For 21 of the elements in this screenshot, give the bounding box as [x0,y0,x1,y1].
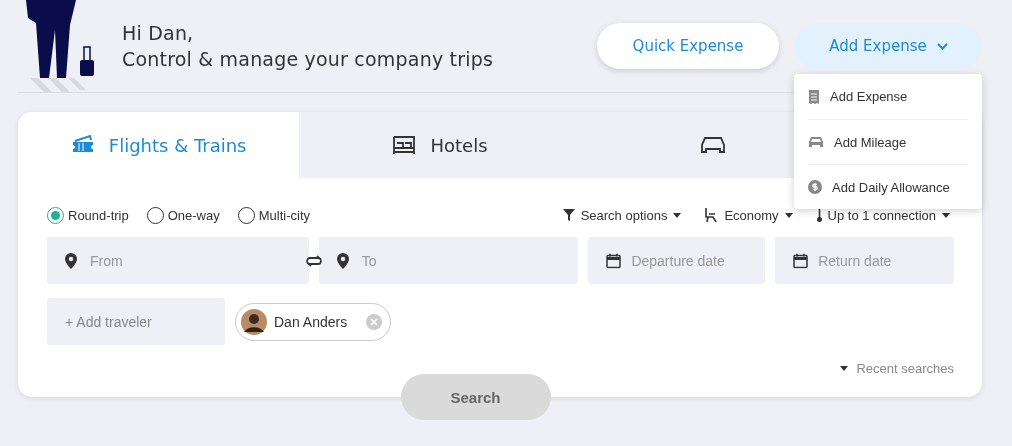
input-field[interactable]: From [47,237,309,284]
category-tab[interactable]: Flights & Trains [18,112,300,178]
greeting-text: Hi Dan, [122,22,195,44]
menu-item[interactable]: Add Expense [830,89,908,104]
recent-searches-button[interactable]: Recent searches [840,361,954,376]
radio-label: One-way [167,207,220,223]
subtitle-text: Control & manage your company trips [122,48,495,70]
radio-label: Multi-city [258,207,310,223]
option-dropdown[interactable]: Economy [705,207,793,223]
search-button[interactable]: Search [400,374,551,420]
option-dropdown[interactable]: Up to 1 connection [816,207,950,223]
radio-label: Round-trip [68,207,129,223]
input-field[interactable]: Return date [775,237,954,284]
quick-expense-button[interactable]: Quick Expense [597,23,779,69]
menu-item[interactable]: Add Daily Allowance [832,179,950,195]
input-field[interactable]: Departure date [588,237,766,284]
option-dropdown[interactable]: Search options [562,207,682,223]
category-tab[interactable]: Hotels [299,112,581,178]
menu-item[interactable]: Add Mileage [834,134,907,150]
traveler-name: Dan Anders [274,313,348,330]
input-field[interactable]: To [318,237,579,284]
